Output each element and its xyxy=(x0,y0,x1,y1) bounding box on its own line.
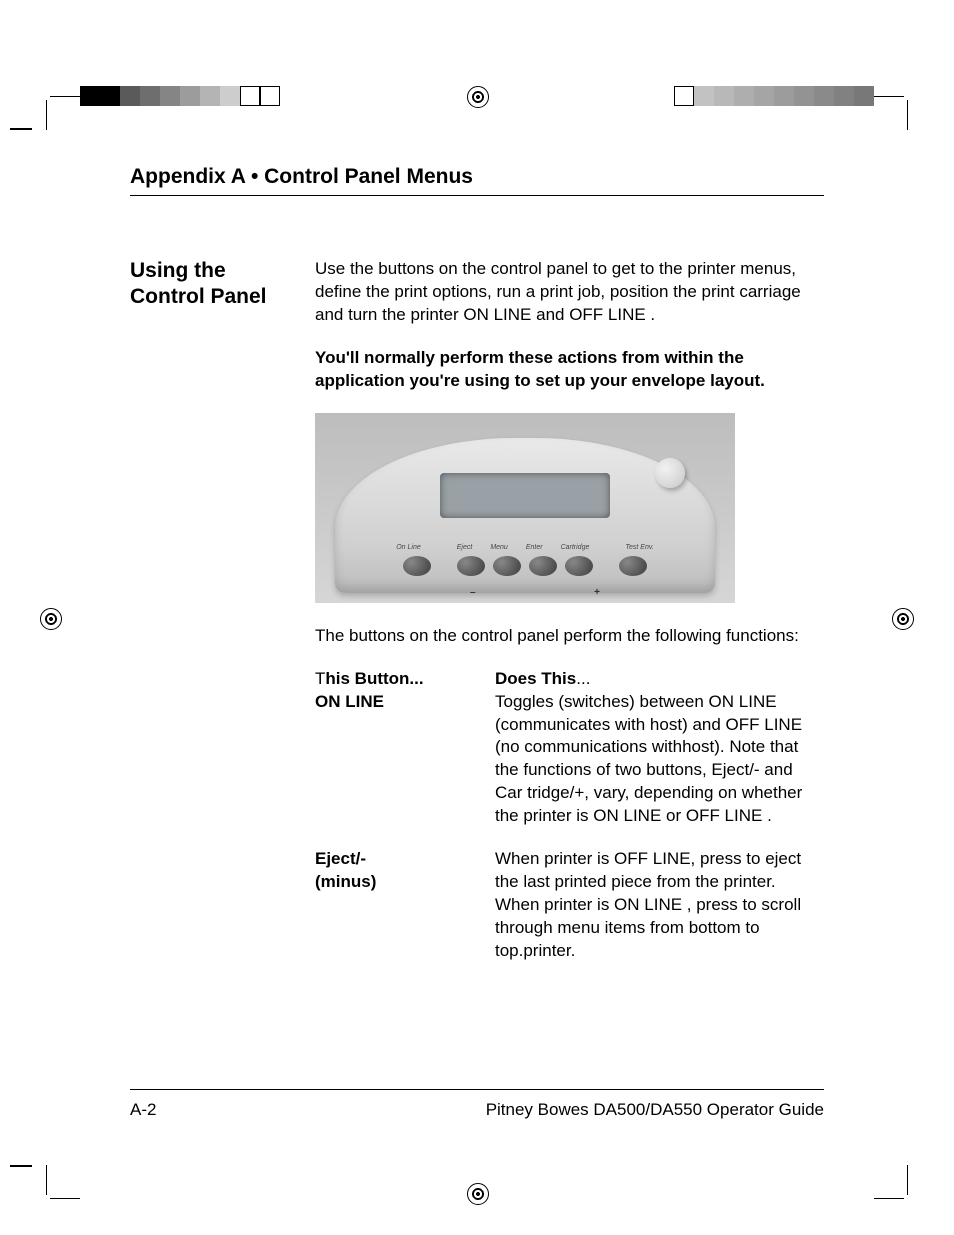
panel-button-icon xyxy=(565,556,593,576)
label-testenv: Test Env. xyxy=(625,543,653,552)
registration-bar-icon xyxy=(80,86,280,106)
control-panel-illustration: On Line Eject Menu Enter Cartridge Test … xyxy=(315,413,735,603)
appendix-title: Appendix A • Control Panel Menus xyxy=(130,165,824,196)
page-footer: A-2 Pitney Bowes DA500/DA550 Operator Gu… xyxy=(130,1089,824,1120)
registration-target-icon xyxy=(467,1183,489,1205)
page-number: A-2 xyxy=(130,1100,156,1120)
label-menu: Menu xyxy=(490,543,508,552)
table-header-left: This Button... xyxy=(315,668,485,691)
label-eject: Eject xyxy=(457,543,473,552)
panel-body-shape: On Line Eject Menu Enter Cartridge Test … xyxy=(335,438,715,593)
guide-title: Pitney Bowes DA500/DA550 Operator Guide xyxy=(486,1100,824,1120)
crop-mark-icon xyxy=(28,1167,78,1217)
panel-button-icon xyxy=(619,556,647,576)
panel-label-row: On Line Eject Menu Enter Cartridge Test … xyxy=(335,543,715,552)
panel-button-row xyxy=(335,556,715,576)
section-title: Using the Control Panel xyxy=(130,258,295,311)
crop-mark-icon xyxy=(876,78,926,128)
label-enter: Enter xyxy=(526,543,543,552)
table-header-right: Does This... xyxy=(495,668,824,691)
registration-target-icon xyxy=(40,608,62,630)
panel-button-icon xyxy=(493,556,521,576)
label-online: On Line xyxy=(396,543,421,552)
intro-paragraph: Use the buttons on the control panel to … xyxy=(315,258,824,327)
content-area: Appendix A • Control Panel Menus Using t… xyxy=(130,165,824,1125)
side-column: Using the Control Panel xyxy=(130,258,295,983)
page: Appendix A • Control Panel Menus Using t… xyxy=(0,0,954,1235)
registration-target-icon xyxy=(467,86,489,108)
registration-bar-icon xyxy=(674,86,874,106)
after-photo-paragraph: The buttons on the control panel perform… xyxy=(315,625,824,648)
table-button-desc: When printer is OFF LINE, press to eject… xyxy=(495,848,824,963)
label-minus: – xyxy=(470,586,476,600)
button-function-table: This Button... Does This... ON LINE Togg… xyxy=(315,668,824,983)
table-button-name: Eject/- (minus) xyxy=(315,848,485,983)
lcd-screen-icon xyxy=(440,473,610,518)
panel-button-icon xyxy=(457,556,485,576)
panel-button-icon xyxy=(403,556,431,576)
body-columns: Using the Control Panel Use the buttons … xyxy=(130,258,824,983)
crop-mark-icon xyxy=(28,78,78,128)
table-button-name: ON LINE xyxy=(315,691,485,849)
table-button-desc: Toggles (switches) between ON LINE (comm… xyxy=(495,691,824,829)
knob-icon xyxy=(655,458,685,488)
label-cartridge: Cartridge xyxy=(561,543,590,552)
registration-target-icon xyxy=(892,608,914,630)
note-paragraph: You'll normally perform these actions fr… xyxy=(315,347,824,393)
crop-mark-icon xyxy=(876,1167,926,1217)
label-plus: + xyxy=(594,586,600,600)
main-column: Use the buttons on the control panel to … xyxy=(315,258,824,983)
panel-button-icon xyxy=(529,556,557,576)
